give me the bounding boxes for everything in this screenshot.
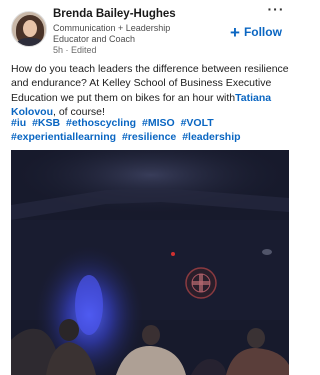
hashtag-list: #iu #KSB #ethoscycling #MISO #VOLT #expe… [11, 116, 296, 145]
author-headline: Communication + Leadership Educator and … [53, 23, 171, 44]
hashtag-link[interactable]: #MISO [142, 117, 175, 129]
hashtag-link[interactable]: #VOLT [181, 117, 214, 129]
hashtag-link[interactable]: #KSB [32, 117, 60, 129]
author-name[interactable]: Brenda Bailey-Hughes [53, 8, 176, 20]
post-photo[interactable] [11, 150, 289, 375]
hashtag-link[interactable]: #resilience [122, 131, 176, 143]
indoor-cycling-class-photo [11, 150, 289, 375]
hashtag-link[interactable]: #experientiallearning [11, 131, 116, 143]
plus-icon: + [230, 22, 240, 42]
post-meta: 5h · Edited [53, 45, 97, 55]
author-avatar[interactable] [11, 11, 47, 47]
more-options-button[interactable]: ··· [264, 1, 288, 19]
more-horizontal-icon: ··· [267, 1, 285, 17]
post-text: How do you teach leaders the difference … [11, 62, 293, 120]
post-header: Brenda Bailey-Hughes Communication + Lea… [0, 0, 300, 60]
follow-button[interactable]: + Follow [230, 22, 282, 42]
hashtag-link[interactable]: #iu [11, 117, 26, 129]
follow-label: Follow [243, 25, 282, 39]
hashtag-link[interactable]: #leadership [182, 131, 240, 143]
hashtag-link[interactable]: #ethoscycling [66, 117, 136, 129]
